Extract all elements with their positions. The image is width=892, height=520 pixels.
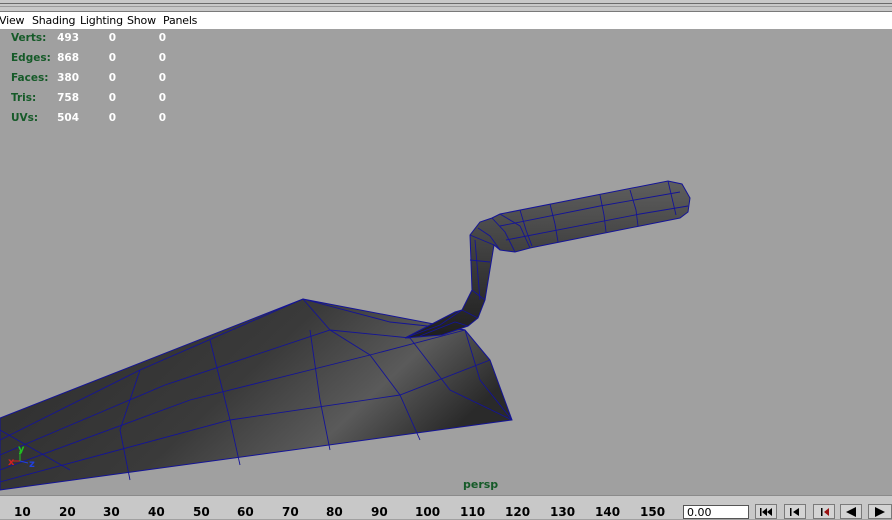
- play-backwards-button[interactable]: [840, 504, 862, 519]
- go-to-start-button[interactable]: [755, 504, 777, 519]
- hud-label: Faces:: [11, 72, 49, 84]
- play-forwards-button[interactable]: [868, 504, 892, 519]
- hud-value: 0: [158, 32, 166, 44]
- menu-lighting[interactable]: Lighting: [80, 13, 123, 28]
- time-tick: 30: [103, 505, 120, 519]
- hud-value: 0: [108, 112, 116, 124]
- camera-label: persp: [463, 478, 499, 491]
- hud-value: 0: [108, 32, 116, 44]
- axis-gizmo-icon: x y z: [8, 444, 35, 470]
- hud-value: 0: [108, 72, 116, 84]
- hud-value: 0: [158, 112, 166, 124]
- time-tick: 40: [148, 505, 165, 519]
- panel-top-strip: [0, 0, 892, 11]
- time-tick: 70: [282, 505, 299, 519]
- time-tick: 20: [59, 505, 76, 519]
- hud-label: UVs:: [11, 112, 39, 124]
- axis-z-label: z: [29, 459, 35, 470]
- panel-menu-bar: View Shading Lighting Show Panels: [0, 11, 892, 30]
- time-tick: 90: [371, 505, 388, 519]
- play-forwards-icon: [875, 507, 885, 517]
- time-slider[interactable]: 10 20 30 40 50 60 70 80 90 100 110 120 1…: [0, 495, 892, 519]
- hud-value: 758: [57, 92, 79, 104]
- current-time-field[interactable]: 0.00: [683, 505, 749, 519]
- time-tick: 100: [415, 505, 441, 519]
- axis-y-label: y: [18, 444, 25, 455]
- hud-value: 380: [57, 72, 79, 84]
- perspective-viewport[interactable]: Verts: 493 0 0 Edges: 868 0 0 Faces: 380…: [0, 29, 892, 495]
- trowel-mesh: [0, 180, 691, 491]
- axis-x-label: x: [8, 457, 15, 468]
- time-tick: 120: [505, 505, 531, 519]
- play-backwards-icon: [846, 507, 856, 517]
- menu-show[interactable]: Show: [127, 13, 156, 28]
- hud-value: 504: [57, 112, 79, 124]
- step-back-key-button[interactable]: [784, 504, 806, 519]
- time-tick: 60: [237, 505, 254, 519]
- hud-value: 0: [158, 92, 166, 104]
- trowel-handle: [404, 180, 691, 339]
- time-tick: 150: [640, 505, 666, 519]
- hud-label: Verts:: [11, 32, 47, 44]
- time-tick: 50: [193, 505, 210, 519]
- hud-value: 0: [158, 52, 166, 64]
- time-tick: 110: [460, 505, 486, 519]
- step-back-key-icon: [790, 508, 799, 516]
- time-tick: 10: [14, 505, 31, 519]
- menu-shading[interactable]: Shading: [32, 13, 75, 28]
- hud-value: 493: [57, 32, 79, 44]
- hud-value: 0: [108, 92, 116, 104]
- hud-value: 0: [158, 72, 166, 84]
- hud-value: 868: [57, 52, 79, 64]
- go-to-start-icon: [760, 508, 772, 516]
- hud-label: Tris:: [11, 92, 37, 104]
- time-tick: 130: [550, 505, 576, 519]
- menu-panels[interactable]: Panels: [163, 13, 197, 28]
- step-back-frame-icon: [821, 508, 829, 516]
- hud-label: Edges:: [11, 52, 51, 64]
- step-back-frame-button[interactable]: [813, 504, 835, 519]
- time-tick: 80: [326, 505, 343, 519]
- menu-view[interactable]: View: [0, 13, 25, 28]
- hud-value: 0: [108, 52, 116, 64]
- time-tick: 140: [595, 505, 621, 519]
